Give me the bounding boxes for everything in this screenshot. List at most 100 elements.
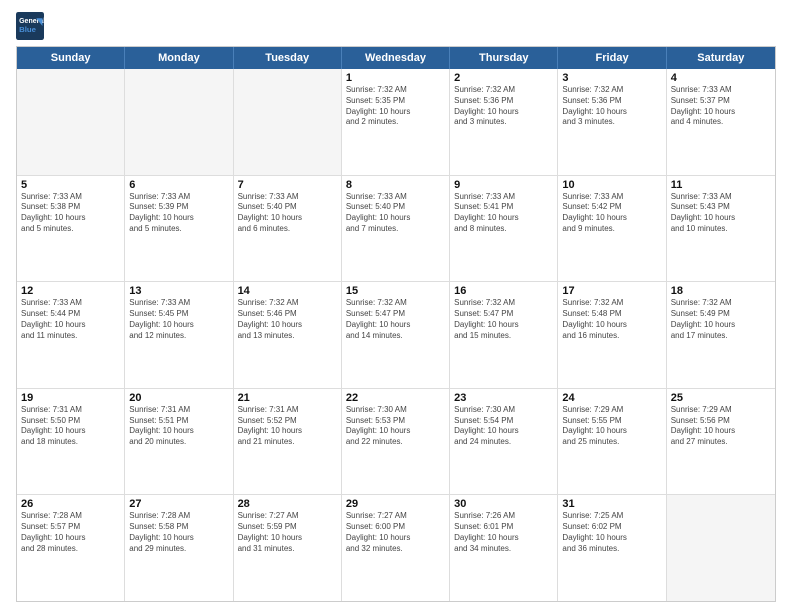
weekday-header: Monday [125, 47, 233, 69]
day-number: 27 [129, 498, 228, 510]
sun-time-text: Sunset: 5:58 PM [129, 522, 228, 533]
day-number: 12 [21, 285, 120, 297]
day-number: 8 [346, 179, 445, 191]
sun-time-text: Sunrise: 7:27 AM [346, 511, 445, 522]
sun-time-text: Sunset: 5:54 PM [454, 416, 553, 427]
sun-time-text: Sunset: 5:37 PM [671, 96, 771, 107]
table-row: 31Sunrise: 7:25 AMSunset: 6:02 PMDayligh… [558, 495, 666, 601]
sun-time-text: Sunrise: 7:32 AM [454, 298, 553, 309]
calendar-page: General Blue SundayMondayTuesdayWednesda… [0, 0, 792, 612]
sun-time-text: Sunrise: 7:33 AM [454, 192, 553, 203]
day-number: 15 [346, 285, 445, 297]
sun-time-text: Sunrise: 7:27 AM [238, 511, 337, 522]
sun-time-text: Sunrise: 7:32 AM [562, 85, 661, 96]
sun-time-text: and 11 minutes. [21, 331, 120, 342]
daylight-hours-label: Daylight: 10 hours [346, 533, 445, 544]
table-row: 7Sunrise: 7:33 AMSunset: 5:40 PMDaylight… [234, 176, 342, 282]
sun-time-text: Sunrise: 7:33 AM [129, 298, 228, 309]
sun-time-text: Sunset: 5:38 PM [21, 202, 120, 213]
table-row: 27Sunrise: 7:28 AMSunset: 5:58 PMDayligh… [125, 495, 233, 601]
day-number: 26 [21, 498, 120, 510]
sun-time-text: Sunrise: 7:33 AM [21, 298, 120, 309]
sun-time-text: Sunset: 5:47 PM [454, 309, 553, 320]
day-number: 19 [21, 392, 120, 404]
calendar-row: 5Sunrise: 7:33 AMSunset: 5:38 PMDaylight… [17, 176, 775, 283]
sun-time-text: Sunrise: 7:25 AM [562, 511, 661, 522]
sun-time-text: and 10 minutes. [671, 224, 771, 235]
table-row: 30Sunrise: 7:26 AMSunset: 6:01 PMDayligh… [450, 495, 558, 601]
daylight-hours-label: Daylight: 10 hours [671, 213, 771, 224]
day-number: 25 [671, 392, 771, 404]
sun-time-text: Sunset: 5:39 PM [129, 202, 228, 213]
logo-icon: General Blue [16, 12, 44, 40]
sun-time-text: and 3 minutes. [562, 117, 661, 128]
daylight-hours-label: Daylight: 10 hours [129, 426, 228, 437]
calendar-body: 1Sunrise: 7:32 AMSunset: 5:35 PMDaylight… [17, 69, 775, 601]
day-number: 16 [454, 285, 553, 297]
table-row: 5Sunrise: 7:33 AMSunset: 5:38 PMDaylight… [17, 176, 125, 282]
day-number: 10 [562, 179, 661, 191]
sun-time-text: Sunrise: 7:33 AM [671, 85, 771, 96]
calendar-header: SundayMondayTuesdayWednesdayThursdayFrid… [17, 47, 775, 69]
sun-time-text: Sunset: 5:36 PM [454, 96, 553, 107]
sun-time-text: and 5 minutes. [129, 224, 228, 235]
calendar: SundayMondayTuesdayWednesdayThursdayFrid… [16, 46, 776, 602]
table-row: 9Sunrise: 7:33 AMSunset: 5:41 PMDaylight… [450, 176, 558, 282]
sun-time-text: Sunrise: 7:33 AM [238, 192, 337, 203]
sun-time-text: and 9 minutes. [562, 224, 661, 235]
sun-time-text: Sunset: 5:45 PM [129, 309, 228, 320]
daylight-hours-label: Daylight: 10 hours [562, 426, 661, 437]
weekday-header: Saturday [667, 47, 775, 69]
sun-time-text: and 3 minutes. [454, 117, 553, 128]
sun-time-text: Sunrise: 7:30 AM [346, 405, 445, 416]
daylight-hours-label: Daylight: 10 hours [238, 320, 337, 331]
daylight-hours-label: Daylight: 10 hours [454, 533, 553, 544]
sun-time-text: Sunset: 5:43 PM [671, 202, 771, 213]
day-number: 29 [346, 498, 445, 510]
sun-time-text: and 27 minutes. [671, 437, 771, 448]
table-row: 17Sunrise: 7:32 AMSunset: 5:48 PMDayligh… [558, 282, 666, 388]
calendar-row: 12Sunrise: 7:33 AMSunset: 5:44 PMDayligh… [17, 282, 775, 389]
calendar-row: 1Sunrise: 7:32 AMSunset: 5:35 PMDaylight… [17, 69, 775, 176]
sun-time-text: Sunrise: 7:32 AM [238, 298, 337, 309]
table-row: 13Sunrise: 7:33 AMSunset: 5:45 PMDayligh… [125, 282, 233, 388]
daylight-hours-label: Daylight: 10 hours [562, 107, 661, 118]
table-row: 16Sunrise: 7:32 AMSunset: 5:47 PMDayligh… [450, 282, 558, 388]
sun-time-text: Sunrise: 7:26 AM [454, 511, 553, 522]
sun-time-text: Sunset: 5:52 PM [238, 416, 337, 427]
sun-time-text: and 2 minutes. [346, 117, 445, 128]
weekday-header: Thursday [450, 47, 558, 69]
day-number: 23 [454, 392, 553, 404]
sun-time-text: Sunrise: 7:30 AM [454, 405, 553, 416]
day-number: 13 [129, 285, 228, 297]
sun-time-text: and 18 minutes. [21, 437, 120, 448]
table-row: 15Sunrise: 7:32 AMSunset: 5:47 PMDayligh… [342, 282, 450, 388]
sun-time-text: Sunset: 5:46 PM [238, 309, 337, 320]
table-row: 23Sunrise: 7:30 AMSunset: 5:54 PMDayligh… [450, 389, 558, 495]
sun-time-text: and 16 minutes. [562, 331, 661, 342]
sun-time-text: and 4 minutes. [671, 117, 771, 128]
sun-time-text: and 28 minutes. [21, 544, 120, 555]
daylight-hours-label: Daylight: 10 hours [346, 107, 445, 118]
daylight-hours-label: Daylight: 10 hours [562, 320, 661, 331]
day-number: 7 [238, 179, 337, 191]
table-row: 25Sunrise: 7:29 AMSunset: 5:56 PMDayligh… [667, 389, 775, 495]
daylight-hours-label: Daylight: 10 hours [346, 213, 445, 224]
daylight-hours-label: Daylight: 10 hours [129, 213, 228, 224]
day-number: 9 [454, 179, 553, 191]
daylight-hours-label: Daylight: 10 hours [21, 426, 120, 437]
day-number: 31 [562, 498, 661, 510]
day-number: 18 [671, 285, 771, 297]
table-row: 21Sunrise: 7:31 AMSunset: 5:52 PMDayligh… [234, 389, 342, 495]
sun-time-text: Sunrise: 7:31 AM [129, 405, 228, 416]
sun-time-text: and 31 minutes. [238, 544, 337, 555]
day-number: 22 [346, 392, 445, 404]
sun-time-text: Sunset: 5:35 PM [346, 96, 445, 107]
daylight-hours-label: Daylight: 10 hours [129, 533, 228, 544]
sun-time-text: Sunset: 5:59 PM [238, 522, 337, 533]
sun-time-text: and 7 minutes. [346, 224, 445, 235]
sun-time-text: and 34 minutes. [454, 544, 553, 555]
sun-time-text: and 29 minutes. [129, 544, 228, 555]
day-number: 21 [238, 392, 337, 404]
daylight-hours-label: Daylight: 10 hours [238, 426, 337, 437]
